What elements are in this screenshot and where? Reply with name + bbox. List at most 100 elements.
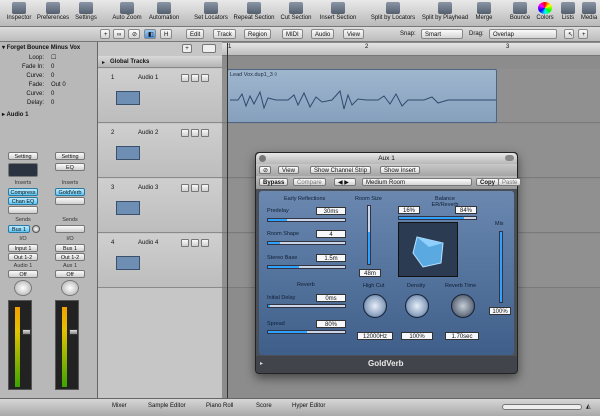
- automation-button[interactable]: Automation: [146, 2, 182, 25]
- mute-button[interactable]: [181, 129, 189, 137]
- strip-setting-button[interactable]: Setting: [8, 152, 38, 160]
- predelay-value[interactable]: 30ms: [316, 207, 346, 215]
- solo-button[interactable]: [191, 129, 199, 137]
- room-shape-slider[interactable]: [267, 241, 346, 245]
- insert-slot-3[interactable]: [8, 206, 38, 214]
- tab-score[interactable]: Score: [256, 403, 272, 409]
- tab-mixer[interactable]: Mixer: [112, 403, 127, 409]
- split-by-playhead-button[interactable]: Split by Playhead: [420, 2, 470, 25]
- show-channel-strip-menu[interactable]: Show Channel Strip: [310, 166, 372, 174]
- eq-button[interactable]: EQ: [55, 163, 85, 171]
- predelay-slider[interactable]: [267, 218, 346, 222]
- media-button[interactable]: Media: [579, 2, 599, 25]
- param-value[interactable]: 0: [51, 63, 54, 71]
- auto-zoom-button[interactable]: Auto Zoom: [110, 2, 144, 25]
- stereo-base-slider[interactable]: [267, 265, 346, 269]
- record-button[interactable]: [201, 74, 209, 82]
- audio-region[interactable]: Lead Vox.dup1_3 ◊: [227, 69, 497, 123]
- send-slot-1[interactable]: [55, 225, 85, 233]
- horizontal-scrollbar[interactable]: [502, 404, 582, 410]
- param-row[interactable]: Curve: 0: [2, 72, 96, 80]
- track-parameters-title[interactable]: ▸ Audio 1: [2, 111, 96, 119]
- param-value[interactable]: 0: [51, 72, 54, 80]
- tab-hyper-editor[interactable]: Hyper Editor: [292, 403, 325, 409]
- tab-piano-roll[interactable]: Piano Roll: [206, 403, 233, 409]
- track-name[interactable]: Audio 4: [138, 240, 158, 246]
- pencil-tool-icon[interactable]: +: [578, 29, 588, 39]
- track-header[interactable]: 2 Audio 2: [98, 124, 222, 178]
- drag-select[interactable]: Overlap: [489, 29, 557, 39]
- room-shape-value[interactable]: 4: [316, 230, 346, 238]
- show-insert-menu[interactable]: Show Insert: [380, 166, 420, 174]
- insert-slot-2[interactable]: Chan EQ: [8, 197, 38, 205]
- view-menu[interactable]: View: [278, 166, 299, 174]
- cycle-icon[interactable]: ∞: [113, 29, 125, 39]
- merge-button[interactable]: Merge: [472, 2, 496, 25]
- volume-fader[interactable]: [22, 329, 31, 335]
- solo-button[interactable]: [191, 184, 199, 192]
- send-slot-1[interactable]: Bus 1: [8, 225, 30, 233]
- toolbar-toggle-icon[interactable]: [505, 155, 514, 161]
- mute-button[interactable]: [181, 74, 189, 82]
- input-slot[interactable]: Bus 1: [55, 244, 85, 252]
- param-row[interactable]: Fade: Out 0: [2, 81, 96, 89]
- inspector-button[interactable]: Inspector: [4, 2, 34, 25]
- preset-select[interactable]: Medium Room: [362, 178, 472, 186]
- automation-mode[interactable]: Off: [8, 270, 38, 278]
- link-icon[interactable]: ⊘: [128, 29, 140, 39]
- track-name[interactable]: Audio 3: [138, 185, 158, 191]
- balance-er-value[interactable]: 16%: [398, 206, 420, 214]
- add-track-icon[interactable]: +: [182, 44, 192, 53]
- zoom-icon[interactable]: ◭: [586, 403, 591, 410]
- track-header[interactable]: 1 Audio 1: [98, 69, 222, 123]
- bar-ruler[interactable]: 1 2 3: [222, 43, 600, 56]
- balance-slider[interactable]: [398, 216, 477, 220]
- room-size-slider[interactable]: [367, 205, 371, 265]
- insert-slot-1[interactable]: Compress: [8, 188, 38, 196]
- density-value[interactable]: 100%: [401, 332, 433, 340]
- reverb-time-knob[interactable]: [451, 294, 475, 318]
- balance-reverb-value[interactable]: 84%: [455, 206, 477, 214]
- pan-knob[interactable]: [14, 280, 32, 296]
- h-button[interactable]: H: [160, 29, 172, 39]
- bypass-button[interactable]: Bypass: [259, 178, 289, 186]
- menu-track[interactable]: Track: [213, 29, 236, 39]
- mute-button[interactable]: [181, 239, 189, 247]
- spread-slider[interactable]: [267, 330, 346, 334]
- initial-delay-value[interactable]: 0ms: [316, 294, 346, 302]
- track-options-icon[interactable]: [202, 44, 216, 53]
- room-size-value[interactable]: 48m: [359, 269, 381, 277]
- reverb-time-value[interactable]: 1.70sec: [445, 332, 479, 340]
- catch-icon[interactable]: ◧: [144, 29, 156, 39]
- tab-sample-editor[interactable]: Sample Editor: [148, 403, 186, 409]
- preferences-button[interactable]: Preferences: [34, 2, 72, 25]
- param-value[interactable]: Out 0: [51, 81, 66, 89]
- playhead[interactable]: [227, 43, 228, 398]
- track-name[interactable]: Audio 2: [138, 130, 158, 136]
- output-slot[interactable]: Out 1-2: [8, 253, 38, 261]
- insert-section-button[interactable]: Insert Section: [316, 2, 360, 25]
- add-track-button[interactable]: +: [100, 29, 110, 39]
- send-level-knob[interactable]: [32, 225, 40, 233]
- record-button[interactable]: [201, 184, 209, 192]
- track-header[interactable]: 4 Audio 4: [98, 234, 222, 288]
- colors-button[interactable]: Colors: [534, 2, 556, 25]
- preset-prev-next[interactable]: ◀ ▶: [334, 178, 356, 186]
- compare-button[interactable]: Compare: [293, 178, 326, 186]
- automation-mode[interactable]: Off: [55, 270, 85, 278]
- link-icon[interactable]: ⊘: [259, 166, 271, 174]
- paste-button[interactable]: Paste: [498, 178, 522, 186]
- insert-slot-2[interactable]: [55, 197, 85, 205]
- high-cut-value[interactable]: 12000Hz: [357, 332, 393, 340]
- eq-display[interactable]: [8, 163, 38, 177]
- global-tracks-header[interactable]: ▸ Global Tracks: [98, 56, 222, 68]
- stereo-base-value[interactable]: 1.5m: [316, 254, 346, 262]
- cut-section-button[interactable]: Cut Section: [278, 2, 314, 25]
- solo-button[interactable]: [191, 74, 199, 82]
- insert-slot-1[interactable]: GoldVerb: [55, 188, 85, 196]
- split-by-locators-button[interactable]: Split by Locators: [368, 2, 418, 25]
- bounce-button[interactable]: Bounce: [508, 2, 532, 25]
- region-parameters-title[interactable]: ▾ Forget Bounce Minus Vox: [2, 44, 96, 52]
- menu-region[interactable]: Region: [244, 29, 272, 39]
- pointer-tool-icon[interactable]: ↖: [564, 29, 574, 39]
